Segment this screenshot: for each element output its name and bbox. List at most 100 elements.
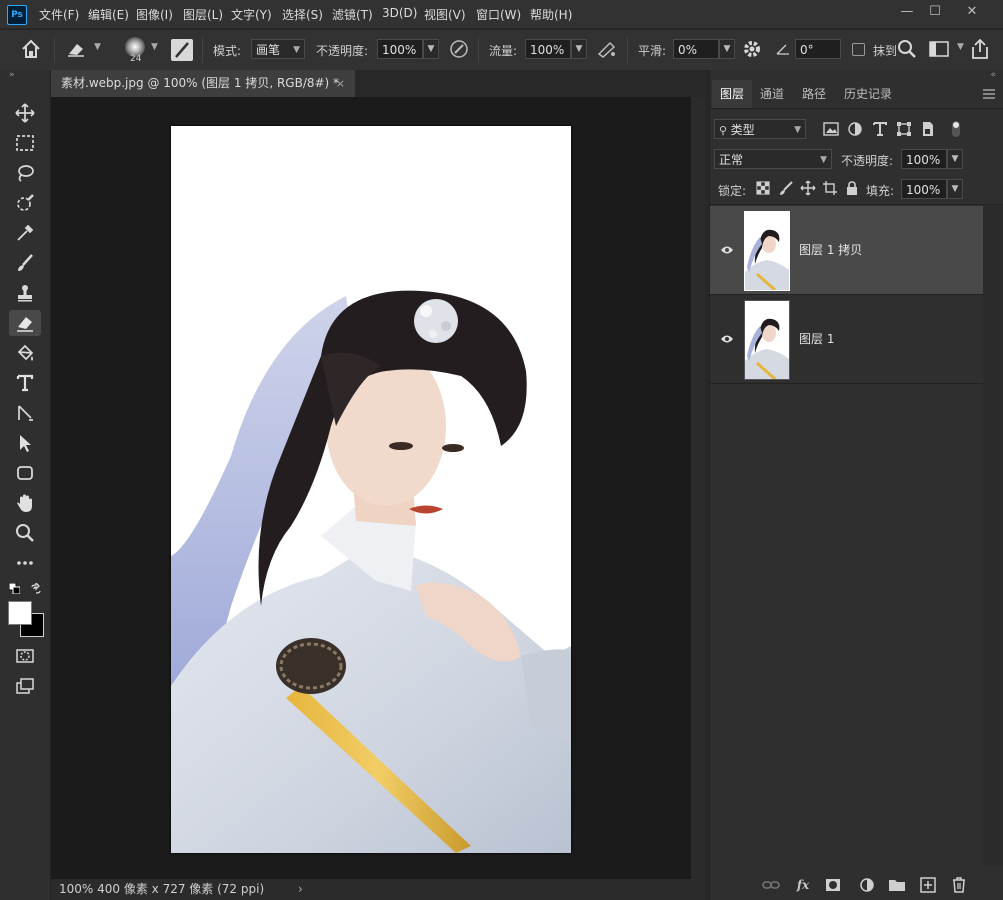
layer-name[interactable]: 图层 1 拷贝	[799, 241, 862, 258]
tab-channels[interactable]: 通道	[752, 80, 792, 108]
share-icon[interactable]	[970, 38, 990, 60]
filter-smart-object-icon[interactable]	[920, 121, 936, 137]
search-icon[interactable]	[897, 39, 917, 59]
collapse-icon[interactable]: «	[990, 70, 996, 80]
default-colors-icon[interactable]	[8, 582, 21, 595]
mode-select[interactable]: 画笔 ▼	[251, 39, 305, 59]
blend-mode-select[interactable]: 正常 ▼	[714, 149, 832, 169]
move-tool-icon[interactable]	[9, 100, 41, 126]
link-layers-icon[interactable]	[762, 876, 780, 894]
pressure-opacity-icon[interactable]	[449, 39, 469, 59]
quick-select-tool-icon[interactable]	[9, 190, 41, 216]
more-tools-icon[interactable]	[9, 550, 41, 576]
trash-icon[interactable]	[950, 876, 968, 894]
menu-type[interactable]: 文字(Y)	[231, 6, 272, 23]
marquee-tool-icon[interactable]	[9, 130, 41, 156]
visibility-eye-icon[interactable]	[720, 333, 734, 343]
chevron-right-icon[interactable]: ›	[298, 879, 303, 900]
tab-layers[interactable]: 图层	[712, 80, 753, 108]
brush-dropdown-icon[interactable]: ▼	[151, 42, 158, 52]
menu-file[interactable]: 文件(F)	[39, 6, 79, 23]
menu-image[interactable]: 图像(I)	[136, 6, 173, 23]
adjustment-layer-icon[interactable]	[858, 876, 876, 894]
menu-select[interactable]: 选择(S)	[282, 6, 323, 23]
layer-name[interactable]: 图层 1	[799, 330, 834, 347]
layer-row[interactable]: 图层 1 拷贝	[710, 206, 983, 294]
layer-opacity-dropdown-icon[interactable]: ▼	[947, 149, 963, 169]
maximize-icon[interactable]: ☐	[921, 2, 949, 22]
filter-shape-icon[interactable]	[896, 121, 912, 137]
menu-3d[interactable]: 3D(D)	[382, 6, 417, 20]
layer-row[interactable]: 图层 1	[710, 295, 983, 383]
menu-help[interactable]: 帮助(H)	[530, 6, 572, 23]
opacity-input[interactable]: 100%	[377, 39, 423, 59]
angle-input[interactable]: 0°	[795, 39, 841, 59]
menu-filter[interactable]: 滤镜(T)	[332, 6, 373, 23]
tab-paths[interactable]: 路径	[794, 80, 834, 108]
fill-input[interactable]: 100%	[901, 179, 947, 199]
lock-all-icon[interactable]	[844, 180, 860, 196]
hand-tool-icon[interactable]	[9, 490, 41, 516]
menu-window[interactable]: 窗口(W)	[476, 6, 521, 23]
close-icon[interactable]: ✕	[958, 2, 986, 22]
brush-settings-icon[interactable]	[171, 39, 193, 61]
new-layer-icon[interactable]	[919, 876, 937, 894]
opacity-dropdown-icon[interactable]: ▼	[423, 39, 439, 59]
airbrush-icon[interactable]	[596, 39, 618, 59]
canvas-area[interactable]	[51, 97, 691, 879]
screen-mode-icon[interactable]	[9, 673, 41, 699]
brush-tool-icon[interactable]	[9, 250, 41, 276]
eraser-tool-icon[interactable]	[9, 310, 41, 336]
panel-menu-icon[interactable]	[983, 88, 995, 99]
workspace-icon[interactable]	[928, 39, 950, 59]
rectangle-tool-icon[interactable]	[9, 460, 41, 486]
layers-scrollbar[interactable]	[983, 206, 1003, 866]
smooth-input[interactable]: 0%	[673, 39, 719, 59]
lock-position-icon[interactable]	[800, 180, 816, 196]
direct-select-tool-icon[interactable]	[9, 430, 41, 456]
fill-dropdown-icon[interactable]: ▼	[947, 179, 963, 199]
foreground-color-swatch[interactable]	[8, 601, 32, 625]
zoom-tool-icon[interactable]	[9, 520, 41, 546]
erase-history-checkbox[interactable]	[852, 43, 865, 56]
filter-toggle[interactable]	[952, 121, 960, 137]
lock-image-pixels-icon[interactable]	[778, 180, 794, 196]
path-select-tool-icon[interactable]	[9, 400, 41, 426]
menu-layer[interactable]: 图层(L)	[183, 6, 223, 23]
menu-edit[interactable]: 编辑(E)	[88, 6, 129, 23]
home-icon[interactable]	[20, 38, 42, 60]
add-mask-icon[interactable]	[824, 876, 842, 894]
lasso-tool-icon[interactable]	[9, 160, 41, 186]
paint-bucket-tool-icon[interactable]	[9, 340, 41, 366]
stamp-tool-icon[interactable]	[9, 280, 41, 306]
type-tool-icon[interactable]	[9, 370, 41, 396]
layer-filter-select[interactable]: ⚲ 类型 ▼	[714, 119, 806, 139]
document-tab[interactable]: 素材.webp.jpg @ 100% (图层 1 拷贝, RGB/8#) * ×	[51, 70, 355, 97]
swap-colors-icon[interactable]	[30, 581, 42, 595]
layer-opacity-input[interactable]: 100%	[901, 149, 947, 169]
visibility-eye-icon[interactable]	[720, 244, 734, 254]
eraser-tool-preset-icon[interactable]	[66, 40, 86, 58]
minimize-icon[interactable]: —	[893, 2, 921, 22]
folder-icon[interactable]	[888, 876, 906, 894]
lock-transparency-icon[interactable]	[755, 180, 771, 196]
collapse-icon[interactable]: »	[9, 70, 15, 80]
flow-dropdown-icon[interactable]: ▼	[571, 39, 587, 59]
tab-history[interactable]: 历史记录	[836, 80, 900, 108]
close-icon[interactable]: ×	[336, 70, 345, 97]
menu-view[interactable]: 视图(V)	[424, 6, 466, 23]
quick-mask-icon[interactable]	[9, 643, 41, 669]
fx-icon[interactable]: fx	[794, 876, 812, 894]
filter-adjustment-icon[interactable]	[847, 121, 863, 137]
smooth-dropdown-icon[interactable]: ▼	[719, 39, 735, 59]
document-canvas[interactable]	[171, 126, 571, 853]
vertical-scrollbar[interactable]	[691, 97, 705, 879]
filter-pixel-icon[interactable]	[823, 121, 839, 137]
chevron-down-icon[interactable]: ▼	[957, 42, 964, 52]
chevron-down-icon[interactable]: ▼	[94, 42, 101, 52]
flow-input[interactable]: 100%	[525, 39, 571, 59]
gear-icon[interactable]	[742, 39, 762, 59]
eyedropper-tool-icon[interactable]	[9, 220, 41, 246]
lock-artboard-icon[interactable]	[822, 180, 838, 196]
filter-type-icon[interactable]	[872, 121, 888, 137]
